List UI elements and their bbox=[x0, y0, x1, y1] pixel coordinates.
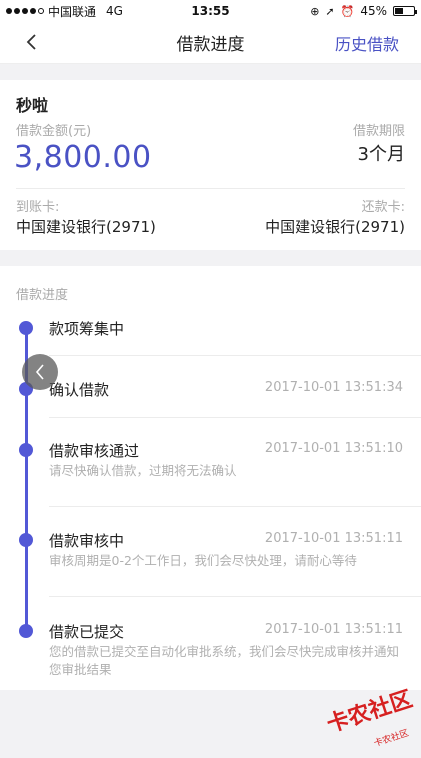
repayment-card-value: 中国建设银行(2971) bbox=[265, 218, 405, 236]
chevron-left-icon bbox=[35, 364, 44, 380]
battery-fill bbox=[395, 8, 404, 14]
term-value: 3个月 bbox=[357, 144, 405, 165]
step-description: 您的借款已提交至自动化审批系统，我们会尽快完成审核并通知您审批结果 bbox=[49, 644, 400, 677]
loan-progress-card: 借款进度 款项筹集中 确认借款 2017-10-01 13:51:34 借款审核… bbox=[0, 266, 421, 690]
status-right: ⊕ ➚ ⏰ 45% bbox=[310, 4, 417, 18]
step-divider bbox=[49, 596, 421, 597]
network-type: 4G bbox=[106, 4, 123, 18]
step-divider bbox=[49, 506, 421, 507]
progress-section-title: 借款进度 bbox=[16, 288, 69, 303]
card-divider bbox=[16, 188, 405, 189]
step-time: 2017-10-01 13:51:11 bbox=[264, 622, 403, 637]
step-description: 请尽快确认借款，过期将无法确认 bbox=[49, 463, 237, 478]
status-left: 中国联通 4G bbox=[6, 3, 123, 20]
product-name: 秒啦 bbox=[16, 96, 49, 115]
chevron-left-icon bbox=[26, 34, 36, 50]
floating-back-button[interactable] bbox=[22, 354, 58, 390]
repayment-card-label: 还款卡: bbox=[361, 200, 405, 215]
history-loans-link[interactable]: 历史借款 bbox=[335, 31, 399, 55]
loan-info-card: 秒啦 借款金额(元) 3,800.00 借款期限 3个月 到账卡: 中国建设银行… bbox=[0, 80, 421, 250]
back-button[interactable] bbox=[22, 32, 42, 52]
receiving-card-label: 到账卡: bbox=[16, 200, 60, 215]
status-time: 13:55 bbox=[191, 4, 230, 18]
signal-strength-icon bbox=[6, 8, 44, 14]
step-time: 2017-10-01 13:51:11 bbox=[264, 531, 403, 546]
step-description: 审核周期是0-2个工作日，我们会尽快处理，请耐心等待 bbox=[49, 553, 357, 568]
timeline-dot bbox=[19, 533, 33, 547]
step-time: 2017-10-01 13:51:34 bbox=[264, 380, 403, 395]
step-divider bbox=[49, 355, 421, 356]
step-time: 2017-10-01 13:51:10 bbox=[264, 441, 403, 456]
step-title: 借款审核通过 bbox=[49, 442, 140, 460]
timeline-dot bbox=[19, 321, 33, 335]
rotation-lock-icon: ⊕ bbox=[310, 4, 320, 18]
step-title: 确认借款 bbox=[49, 381, 110, 399]
nav-bar: 借款进度 历史借款 bbox=[0, 22, 421, 64]
location-icon: ➚ bbox=[325, 4, 335, 18]
timeline-dot bbox=[19, 624, 33, 638]
carrier-name: 中国联通 bbox=[48, 4, 97, 19]
step-title: 借款审核中 bbox=[49, 532, 125, 550]
watermark-small-text: 卡农社区 bbox=[372, 728, 411, 750]
page-title: 借款进度 bbox=[176, 35, 245, 55]
battery-icon bbox=[393, 6, 417, 16]
timeline-dot bbox=[19, 443, 33, 457]
battery-percent: 45% bbox=[360, 4, 387, 18]
amount-label: 借款金额(元) bbox=[16, 124, 92, 139]
step-title: 款项筹集中 bbox=[49, 320, 125, 338]
step-title: 借款已提交 bbox=[49, 623, 125, 641]
status-bar: 中国联通 4G 13:55 ⊕ ➚ ⏰ 45% bbox=[0, 0, 421, 22]
amount-value: 3,800.00 bbox=[14, 140, 152, 175]
receiving-card-value: 中国建设银行(2971) bbox=[16, 218, 156, 236]
watermark-logo: 卡农社区 卡农社区 bbox=[293, 687, 415, 749]
term-label: 借款期限 bbox=[352, 124, 405, 139]
step-divider bbox=[49, 417, 421, 418]
alarm-icon: ⏰ bbox=[340, 4, 355, 18]
